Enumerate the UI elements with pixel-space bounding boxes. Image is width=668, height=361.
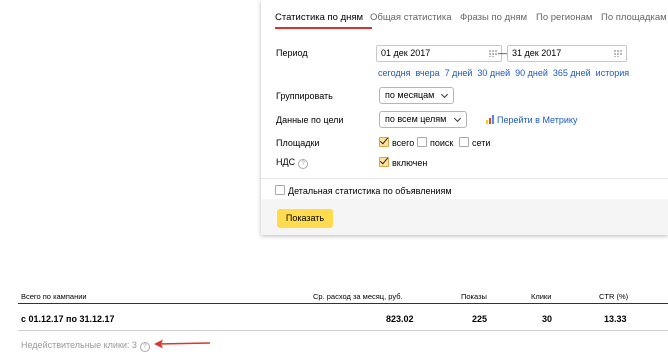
checkbox-icon [417, 137, 427, 147]
header-clicks: Клики [531, 292, 552, 301]
date-range-dash: — [498, 48, 507, 58]
row-ctr: 13.33 [604, 314, 627, 324]
row-period: с 01.12.17 по 31.12.17 [21, 314, 115, 324]
calendar-icon[interactable] [489, 50, 497, 57]
header-impressions: Показы [461, 292, 487, 301]
metrika-icon [486, 115, 494, 124]
quick-period-history[interactable]: история [596, 68, 629, 78]
show-button[interactable]: Показать [277, 209, 333, 228]
quick-period-today[interactable]: сегодня [378, 68, 411, 78]
header-ctr: CTR (%) [599, 292, 629, 301]
quick-period-links: сегодня вчера 7 дней 30 дней 90 дней 365 дней… [378, 68, 634, 78]
detail-stats-label: Детальная статистика по объявлениям [288, 186, 452, 196]
date-from-value: 01 дек 2017 [381, 48, 431, 58]
row-clicks: 30 [542, 314, 553, 324]
goal-value: по всем целям [385, 114, 447, 124]
metrika-link[interactable]: Перейти в Метрику [486, 115, 577, 125]
calendar-icon[interactable] [614, 50, 622, 57]
site-network-checkbox[interactable]: сети [459, 137, 490, 148]
vat-label: НДС? [276, 157, 309, 169]
row-avg-spend: 823.02 [386, 314, 414, 324]
quick-period-365-days[interactable]: 365 дней [553, 68, 591, 78]
help-icon[interactable]: ? [298, 159, 309, 169]
tab-by-region[interactable]: По регионам [536, 12, 592, 23]
help-icon[interactable]: ? [139, 342, 150, 352]
date-to-field[interactable]: 31 дек 2017 [507, 45, 627, 62]
period-label: Период [276, 48, 308, 58]
divider [261, 178, 668, 179]
site-search-checkbox[interactable]: поиск [417, 137, 453, 148]
red-arrow-annotation [154, 339, 211, 349]
vat-included-label: включен [392, 158, 428, 168]
quick-period-yesterday[interactable]: вчера [416, 68, 440, 78]
date-from-field[interactable]: 01 дек 2017 [376, 45, 502, 62]
group-by-value: по месяцам [385, 90, 435, 100]
header-avg-spend: Ср. расход за месяц, руб. [313, 292, 403, 301]
table-header-line [18, 303, 668, 304]
sites-label: Площадки [276, 138, 320, 148]
statistics-panel: Статистика по дням Общая статистика Фраз… [261, 0, 668, 235]
chevron-down-icon [453, 114, 462, 123]
site-network-label: сети [472, 138, 491, 148]
tab-phrases-by-day[interactable]: Фразы по дням [460, 12, 527, 23]
checkbox-icon [459, 137, 469, 147]
checkbox-icon [379, 137, 389, 147]
vat-included-checkbox[interactable]: включен [379, 157, 427, 168]
checkbox-icon [379, 157, 389, 167]
site-all-checkbox[interactable]: всего [379, 137, 414, 148]
chevron-down-icon [440, 90, 449, 99]
site-search-label: поиск [430, 138, 454, 148]
invalid-clicks: Недействительные клики: 3? [21, 340, 150, 352]
tab-daily-stats[interactable]: Статистика по дням [275, 12, 363, 23]
date-to-value: 31 дек 2017 [512, 48, 562, 58]
active-tab-underline [275, 27, 372, 29]
tab-general-stats[interactable]: Общая статистика [370, 12, 452, 23]
quick-period-90-days[interactable]: 90 дней [515, 68, 548, 78]
quick-period-30-days[interactable]: 30 дней [477, 68, 510, 78]
table-row-line [18, 330, 668, 331]
tab-by-site[interactable]: По площадкам [601, 12, 667, 23]
quick-period-7-days[interactable]: 7 дней [445, 68, 473, 78]
row-impressions: 225 [472, 314, 488, 324]
group-by-label: Группировать [276, 91, 333, 101]
detail-stats-checkbox[interactable]: Детальная статистика по объявлениям [275, 185, 452, 196]
goal-data-label: Данные по цели [276, 115, 344, 125]
metrika-link-text: Перейти в Метрику [497, 115, 578, 125]
checkbox-icon [275, 185, 285, 195]
goal-select[interactable]: по всем целям [379, 111, 467, 128]
site-all-label: всего [392, 138, 415, 148]
header-campaign-total: Всего по кампании [21, 292, 87, 301]
group-by-select[interactable]: по месяцам [379, 87, 454, 104]
